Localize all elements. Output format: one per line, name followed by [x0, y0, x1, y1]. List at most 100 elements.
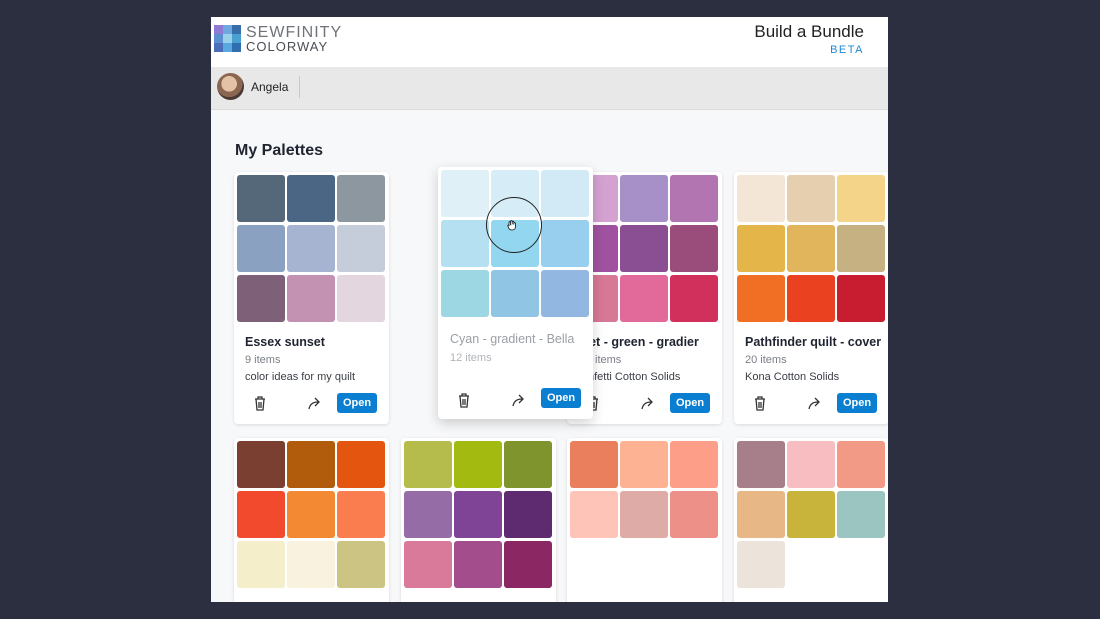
color-swatch[interactable] [337, 225, 385, 272]
logo-square [232, 43, 241, 52]
color-swatch[interactable] [237, 541, 285, 588]
share-arrow-icon[interactable] [639, 394, 657, 412]
palette-count: items [595, 354, 622, 366]
brand-subname: COLORWAY [246, 39, 329, 54]
color-swatch[interactable] [570, 491, 618, 538]
color-swatch[interactable] [570, 441, 618, 488]
color-swatch[interactable] [620, 175, 668, 222]
color-swatch[interactable] [737, 441, 785, 488]
color-swatch[interactable] [737, 175, 785, 222]
color-swatch[interactable] [237, 491, 285, 538]
logo-icon [214, 25, 241, 52]
palette-card[interactable] [734, 438, 888, 602]
color-swatch[interactable] [287, 491, 335, 538]
color-swatch[interactable] [441, 170, 489, 217]
share-arrow-icon[interactable] [306, 394, 324, 412]
color-swatch[interactable] [237, 175, 285, 222]
avatar[interactable] [217, 73, 244, 100]
color-swatch[interactable] [454, 491, 502, 538]
palette-description: nfetti Cotton Solids [588, 371, 681, 383]
palette-card[interactable]: Essex sunset 9 items color ideas for my … [234, 172, 389, 424]
open-button[interactable]: Open [541, 388, 581, 408]
color-swatch[interactable] [670, 441, 718, 488]
palette-name: olet - green - gradier [578, 335, 699, 349]
logo-square [223, 34, 232, 43]
logo-square [214, 43, 223, 52]
color-swatch[interactable] [837, 275, 885, 322]
color-swatch[interactable] [287, 275, 335, 322]
color-swatch[interactable] [404, 491, 452, 538]
color-swatch[interactable] [454, 541, 502, 588]
color-swatch[interactable] [620, 225, 668, 272]
color-swatch[interactable] [541, 170, 589, 217]
color-swatch[interactable] [620, 491, 668, 538]
color-swatch[interactable] [491, 270, 539, 317]
color-swatch[interactable] [837, 225, 885, 272]
page-title: Build a Bundle [754, 22, 864, 41]
color-swatch[interactable] [504, 441, 552, 488]
color-swatch[interactable] [787, 491, 835, 538]
color-swatch[interactable] [454, 441, 502, 488]
color-swatch[interactable] [287, 541, 335, 588]
user-name[interactable]: Angela [251, 80, 288, 94]
color-swatch[interactable] [670, 225, 718, 272]
palette-card[interactable]: Pathfinder quilt - cover 20 items Kona C… [734, 172, 888, 424]
color-swatch[interactable] [237, 275, 285, 322]
color-swatch[interactable] [337, 491, 385, 538]
color-swatch[interactable] [737, 491, 785, 538]
open-button[interactable]: Open [837, 393, 877, 413]
color-swatch[interactable] [337, 275, 385, 322]
color-swatch[interactable] [787, 225, 835, 272]
palette-card[interactable] [567, 438, 722, 602]
palette-count: 20 items [745, 354, 787, 366]
color-swatch[interactable] [620, 275, 668, 322]
color-swatch[interactable] [787, 275, 835, 322]
color-swatch[interactable] [337, 541, 385, 588]
palette-card[interactable] [234, 438, 389, 602]
color-swatch[interactable] [404, 541, 452, 588]
color-swatch[interactable] [670, 275, 718, 322]
color-swatch[interactable] [737, 275, 785, 322]
color-swatch[interactable] [670, 175, 718, 222]
color-swatch[interactable] [337, 441, 385, 488]
color-swatch[interactable] [787, 441, 835, 488]
color-swatch[interactable] [670, 491, 718, 538]
color-swatch[interactable] [287, 225, 335, 272]
open-button[interactable]: Open [670, 393, 710, 413]
color-swatch[interactable] [237, 441, 285, 488]
logo-square [223, 43, 232, 52]
trash-icon[interactable] [455, 391, 473, 409]
color-swatch[interactable] [504, 491, 552, 538]
color-swatch[interactable] [837, 441, 885, 488]
color-swatch[interactable] [504, 541, 552, 588]
color-swatch[interactable] [441, 270, 489, 317]
color-swatch[interactable] [441, 220, 489, 267]
color-swatch[interactable] [787, 175, 835, 222]
trash-icon[interactable] [751, 394, 769, 412]
color-swatch[interactable] [737, 541, 785, 588]
palette-count: 12 items [450, 352, 492, 364]
color-swatch[interactable] [404, 441, 452, 488]
color-swatch[interactable] [337, 175, 385, 222]
trash-icon[interactable] [251, 394, 269, 412]
color-swatch[interactable] [837, 175, 885, 222]
palette-name: Essex sunset [245, 335, 325, 349]
divider [299, 76, 300, 98]
section-title: My Palettes [235, 142, 324, 159]
logo-square [223, 25, 232, 34]
palette-name: Pathfinder quilt - cover [745, 335, 882, 349]
color-swatch[interactable] [737, 225, 785, 272]
color-swatch[interactable] [620, 441, 668, 488]
color-swatch[interactable] [837, 491, 885, 538]
share-arrow-icon[interactable] [510, 391, 528, 409]
app-window: SEWFINITY COLORWAY Build a Bundle BETA A… [211, 17, 888, 602]
palette-card[interactable] [401, 438, 556, 602]
color-swatch[interactable] [541, 270, 589, 317]
share-arrow-icon[interactable] [806, 394, 824, 412]
color-swatch[interactable] [287, 175, 335, 222]
open-button[interactable]: Open [337, 393, 377, 413]
color-swatch[interactable] [287, 441, 335, 488]
color-swatch[interactable] [237, 225, 285, 272]
beta-badge: BETA [830, 44, 864, 56]
color-swatch[interactable] [541, 220, 589, 267]
